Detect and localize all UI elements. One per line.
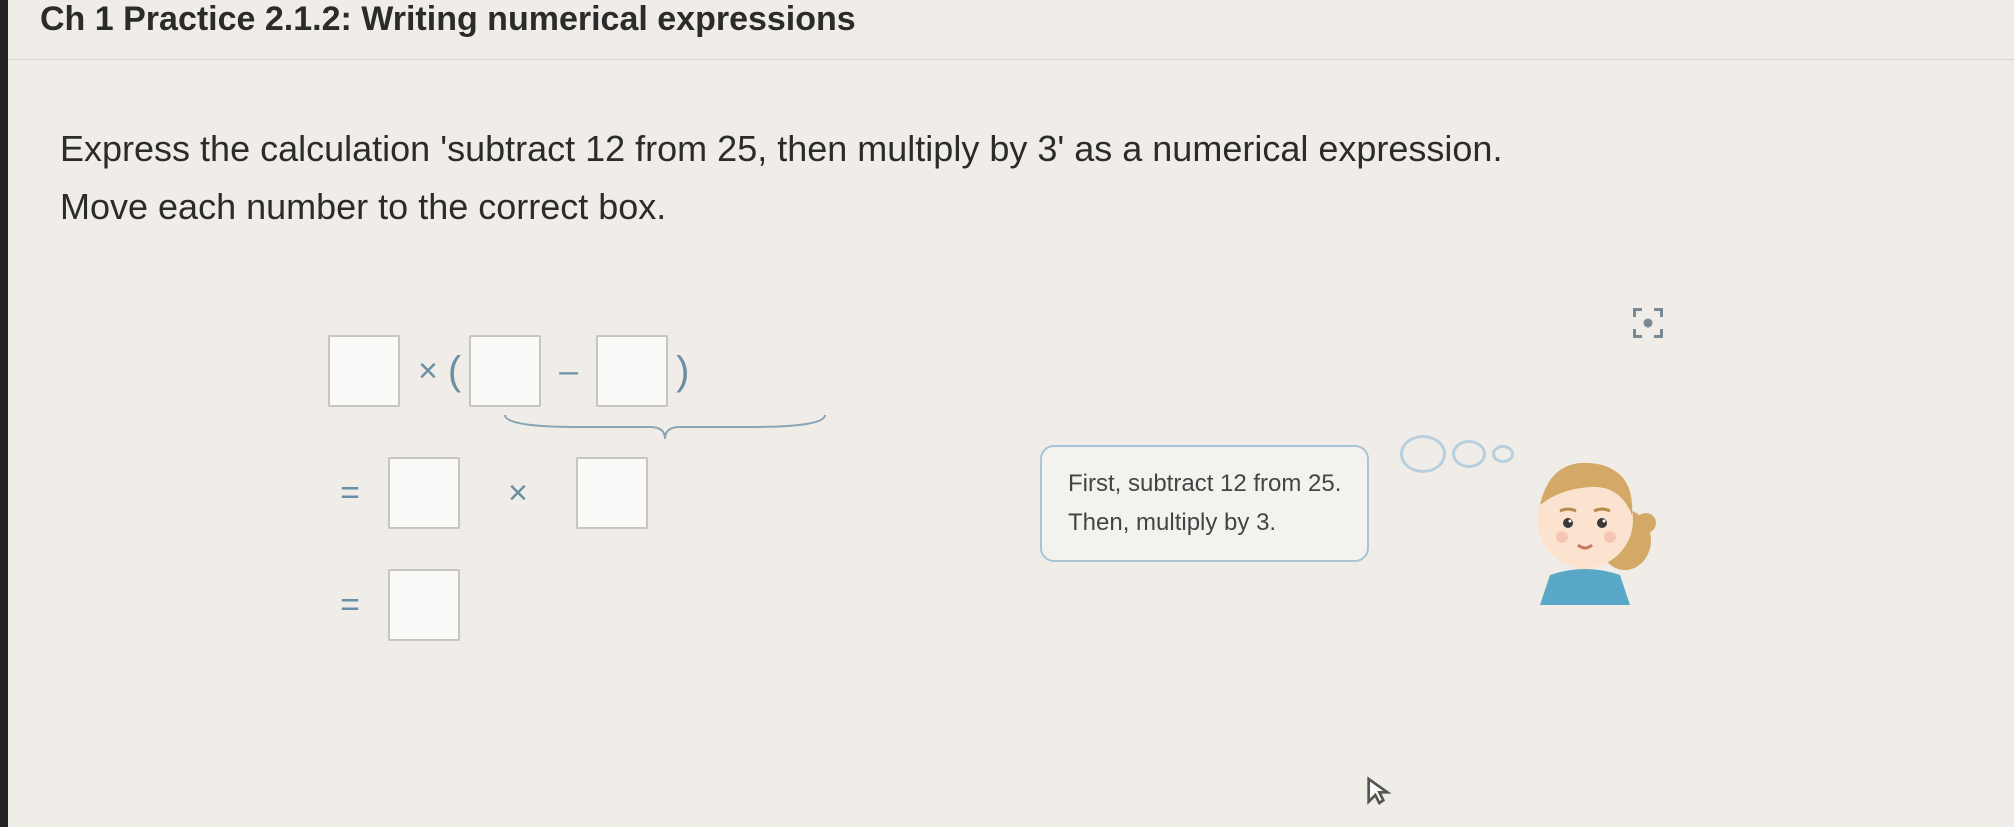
drop-box-factor-b[interactable] bbox=[576, 457, 648, 529]
header-bar: Ch 1 Practice 2.1.2: Writing numerical e… bbox=[0, 0, 2014, 60]
hint-line-1: First, subtract 12 from 25. bbox=[1068, 465, 1341, 503]
expression-row-1: × ( – ) bbox=[320, 335, 1720, 407]
drop-box-subtrahend[interactable] bbox=[596, 335, 668, 407]
work-area: × ( – ) = × = First, subtract 1 bbox=[320, 335, 1720, 641]
drop-box-result[interactable] bbox=[388, 569, 460, 641]
times-symbol-2: × bbox=[508, 474, 528, 513]
avatar bbox=[1520, 445, 1660, 605]
thought-bubbles-icon bbox=[1400, 435, 1514, 473]
hint-bubble: First, subtract 12 from 25. Then, multip… bbox=[1040, 445, 1369, 562]
window-edge bbox=[0, 0, 8, 827]
equals-symbol-2: = bbox=[320, 586, 360, 625]
question-line-1: Express the calculation 'subtract 12 fro… bbox=[60, 120, 1954, 178]
equals-symbol-1: = bbox=[320, 474, 360, 513]
minus-symbol: – bbox=[559, 352, 578, 391]
open-paren: ( bbox=[448, 349, 461, 394]
bubble-small-icon bbox=[1492, 445, 1514, 463]
cursor-icon bbox=[1362, 775, 1394, 807]
content-area: Express the calculation 'subtract 12 fro… bbox=[0, 60, 2014, 641]
drop-box-minuend[interactable] bbox=[469, 335, 541, 407]
question-line-2: Move each number to the correct box. bbox=[60, 178, 1954, 236]
drop-box-factor-a[interactable] bbox=[388, 457, 460, 529]
page-title: Ch 1 Practice 2.1.2: Writing numerical e… bbox=[40, 0, 1974, 39]
hint-line-2: Then, multiply by 3. bbox=[1068, 504, 1341, 542]
bubble-medium-icon bbox=[1452, 440, 1486, 468]
drop-box-multiplier[interactable] bbox=[328, 335, 400, 407]
grouping-brace-icon bbox=[500, 413, 830, 443]
times-symbol: × bbox=[418, 352, 438, 391]
bubble-large-icon bbox=[1400, 435, 1446, 473]
close-paren: ) bbox=[676, 349, 689, 394]
expression-row-3: = bbox=[320, 569, 1720, 641]
question-text: Express the calculation 'subtract 12 fro… bbox=[60, 120, 1954, 235]
